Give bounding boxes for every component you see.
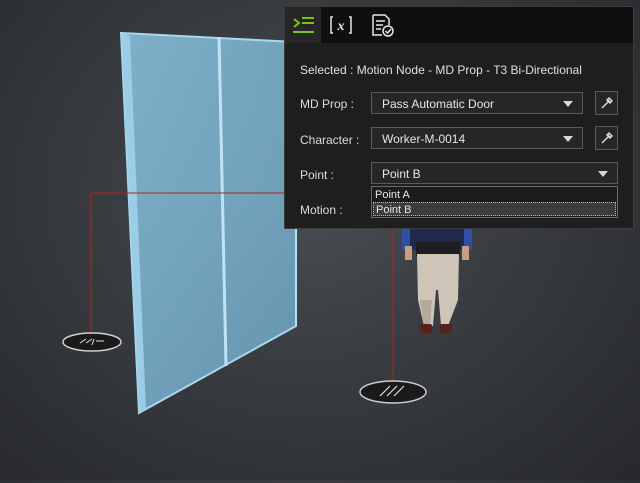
md-prop-label: MD Prop : bbox=[300, 97, 355, 111]
character-label: Character : bbox=[300, 133, 360, 147]
eyedropper-icon bbox=[601, 132, 613, 144]
tab-node-tree[interactable] bbox=[285, 7, 321, 43]
point-value: Point B bbox=[382, 167, 421, 181]
character-value: Worker-M-0014 bbox=[382, 132, 466, 146]
character-dropdown[interactable]: Worker-M-0014 bbox=[371, 127, 583, 149]
chevron-down-icon bbox=[598, 171, 608, 177]
md-prop-dropdown[interactable]: Pass Automatic Door bbox=[371, 92, 583, 114]
tab-checklist[interactable] bbox=[365, 7, 401, 43]
point-dropdown[interactable]: Point B bbox=[371, 162, 618, 184]
automatic-door-prop[interactable] bbox=[119, 31, 297, 415]
point-b-marker[interactable] bbox=[359, 380, 427, 404]
node-tree-icon bbox=[293, 17, 314, 33]
motion-node-panel: x Selected : Motion Node - MD Prop - T3 … bbox=[284, 6, 634, 229]
selected-node-text: Selected : Motion Node - MD Prop - T3 Bi… bbox=[300, 63, 582, 77]
panel-tab-bar: x bbox=[285, 7, 633, 43]
eyedropper-icon bbox=[601, 97, 613, 109]
point-option-a[interactable]: Point A bbox=[373, 188, 616, 202]
chevron-down-icon bbox=[563, 136, 573, 142]
point-option-b[interactable]: Point B bbox=[373, 202, 616, 216]
point-dropdown-list[interactable]: Point A Point B bbox=[371, 186, 618, 218]
character-picker-button[interactable] bbox=[595, 126, 618, 150]
md-prop-picker-button[interactable] bbox=[595, 91, 618, 115]
svg-text:x: x bbox=[337, 19, 345, 34]
point-a-marker[interactable] bbox=[62, 332, 122, 352]
md-prop-value: Pass Automatic Door bbox=[382, 97, 495, 111]
checklist-icon bbox=[372, 14, 394, 37]
chevron-down-icon bbox=[563, 101, 573, 107]
worker-character[interactable] bbox=[402, 226, 472, 333]
point-label: Point : bbox=[300, 168, 335, 182]
variable-x-icon: x bbox=[330, 16, 352, 34]
tab-variables[interactable]: x bbox=[323, 7, 359, 43]
motion-label: Motion : bbox=[300, 203, 343, 217]
